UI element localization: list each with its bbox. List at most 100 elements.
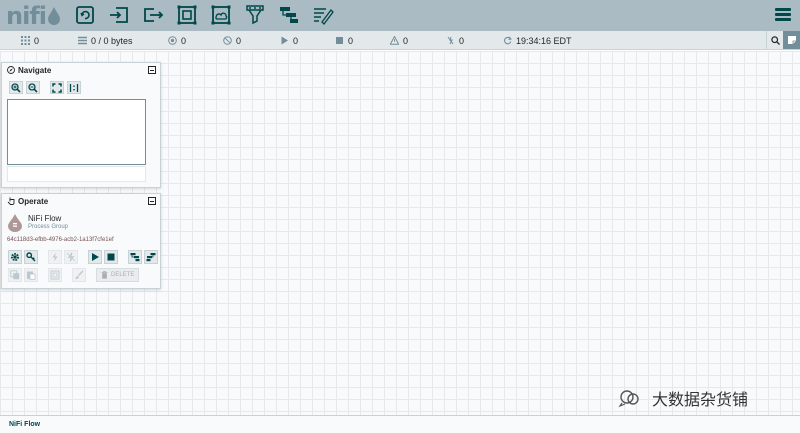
hamburger-menu-icon[interactable] <box>775 8 791 22</box>
start-button[interactable] <box>88 250 102 264</box>
sticky-note-icon <box>787 36 796 44</box>
operate-collapse-button[interactable] <box>148 197 156 205</box>
active-threads-value: 0 <box>34 35 40 46</box>
operate-row-1 <box>8 250 158 264</box>
template-icon <box>130 253 140 262</box>
breadcrumb-root[interactable]: NiFi Flow <box>9 421 40 428</box>
navigate-palette: Navigate <box>1 62 161 188</box>
fit-button[interactable] <box>50 81 64 94</box>
disabled-stat: 0 <box>446 35 464 46</box>
copy-icon <box>10 270 20 280</box>
group-button[interactable] <box>48 268 62 282</box>
stop-icon <box>336 37 343 44</box>
warning-icon <box>390 36 399 45</box>
breadcrumb-bar: NiFi Flow <box>0 415 800 433</box>
navigate-title: Navigate <box>18 65 52 75</box>
operate-row-2: DELETE <box>8 268 140 282</box>
fit-icon <box>52 82 62 93</box>
disable-button[interactable] <box>64 250 78 264</box>
compass-icon <box>7 66 15 74</box>
selected-component-name: NiFi Flow <box>28 214 62 223</box>
transmitting-stat: 0 <box>168 35 186 46</box>
selected-component-id: 64c118d3-efbb-4976-acb2-1a13f7cfe1ef <box>7 237 114 243</box>
wechat-channel-icon <box>618 390 639 408</box>
drop-icon <box>47 7 60 25</box>
bulletin-board-button[interactable] <box>783 31 800 49</box>
top-toolbar: nifi <box>0 0 800 31</box>
navigate-controls <box>9 81 81 94</box>
stop-button[interactable] <box>104 250 118 264</box>
navigate-collapse-button[interactable] <box>148 66 156 74</box>
zoom-out-icon <box>28 82 38 93</box>
transmitting-value: 0 <box>181 35 187 46</box>
refresh-icon <box>504 36 512 45</box>
grid-icon <box>21 36 30 45</box>
key-icon <box>26 252 36 262</box>
queued-value: 0 / 0 bytes <box>91 35 133 46</box>
watermark-text: 大数据杂货铺 <box>652 390 749 409</box>
template-icon[interactable] <box>277 4 301 26</box>
create-template-button[interactable] <box>128 250 142 264</box>
input-port-icon[interactable] <box>107 4 131 26</box>
navigate-header: Navigate <box>2 63 160 77</box>
configure-button[interactable] <box>8 250 22 264</box>
stopped-value: 0 <box>348 35 354 46</box>
search-button[interactable] <box>766 31 783 49</box>
operate-title: Operate <box>18 196 49 206</box>
label-icon[interactable] <box>311 4 335 26</box>
copy-button[interactable] <box>8 268 22 282</box>
delete-button[interactable]: DELETE <box>96 268 140 282</box>
process-group-icon[interactable] <box>175 4 199 26</box>
running-stat: 0 <box>280 35 298 46</box>
disabled-icon <box>447 36 454 45</box>
status-bar: 0 0 / 0 bytes 0 0 0 0 0 0 19:34:16 EDT <box>0 31 800 50</box>
upload-template-button[interactable] <box>144 250 158 264</box>
play-icon <box>92 253 99 261</box>
remote-process-group-icon[interactable] <box>209 4 233 26</box>
processor-icon[interactable] <box>73 4 97 26</box>
operate-header: Operate <box>2 194 160 208</box>
selected-component-type: Process Group <box>28 224 69 230</box>
output-port-icon[interactable] <box>141 4 165 26</box>
search-icon <box>770 35 780 45</box>
paste-button[interactable] <box>24 268 38 282</box>
pointer-hand-icon <box>7 197 15 205</box>
zoom-in-icon <box>11 82 21 93</box>
group-icon <box>50 270 60 280</box>
funnel-icon[interactable] <box>243 4 267 26</box>
disabled-value: 0 <box>459 35 465 46</box>
birdseye-footer <box>7 166 146 182</box>
invalid-value: 0 <box>403 35 409 46</box>
trash-icon <box>101 271 108 279</box>
not-transmitting-value: 0 <box>236 35 242 46</box>
lightning-icon <box>52 252 58 262</box>
actual-size-button[interactable] <box>67 81 81 94</box>
last-refreshed-value: 19:34:16 EDT <box>516 35 572 46</box>
actual-size-icon <box>69 83 79 92</box>
active-threads-stat: 0 <box>21 35 39 46</box>
stop-icon <box>107 253 115 261</box>
delete-label: DELETE <box>111 272 135 278</box>
not-transmitting-stat: 0 <box>223 35 241 46</box>
zoom-out-button[interactable] <box>26 81 40 94</box>
birdseye-view[interactable] <box>7 99 146 165</box>
paintbrush-icon <box>75 270 84 279</box>
zoom-in-button[interactable] <box>9 81 23 94</box>
queued-stat: 0 / 0 bytes <box>78 35 133 46</box>
invalid-stat: 0 <box>390 35 408 46</box>
process-group-drop-icon <box>8 214 22 232</box>
operate-palette: Operate NiFi Flow Process Group 64c118d3… <box>1 193 161 289</box>
nifi-logo: nifi <box>6 3 60 28</box>
transmitting-icon <box>168 36 177 45</box>
access-policies-button[interactable] <box>24 250 38 264</box>
stopped-stat: 0 <box>335 35 353 46</box>
watermark: 大数据杂货铺 <box>618 386 748 410</box>
last-refreshed-stat: 19:34:16 EDT <box>503 35 572 46</box>
color-button[interactable] <box>72 268 86 282</box>
disable-icon <box>66 252 76 262</box>
list-icon <box>78 36 87 45</box>
not-transmitting-icon <box>223 36 232 45</box>
running-value: 0 <box>293 35 299 46</box>
enable-button[interactable] <box>48 250 62 264</box>
logo-text: nifi <box>6 2 47 30</box>
